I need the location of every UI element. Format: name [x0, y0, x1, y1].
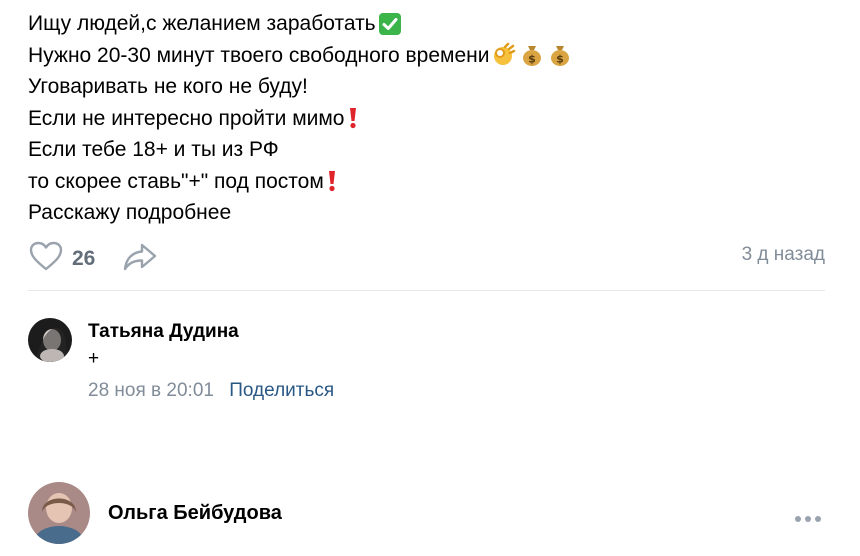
comment: Ольга Бейбудова [28, 482, 828, 544]
check-mark-icon [378, 12, 402, 36]
ok-hand-icon [491, 42, 517, 68]
post-line: то скорее ставь"+" под постом [28, 166, 828, 198]
post-line: Нужно 20-30 минут твоего свободного врем… [28, 40, 828, 72]
share-link[interactable]: Поделиться [229, 380, 334, 401]
share-button[interactable] [122, 241, 158, 278]
like-button[interactable]: 26 [28, 240, 95, 277]
post-body: Ищу людей,с желанием заработать Нужно 20… [28, 8, 828, 229]
comment-meta: 28 ноя в 20:01 Поделиться [88, 380, 334, 402]
post-text: Уговаривать не кого не буду! [28, 75, 308, 98]
money-bag-icon: $ [547, 42, 573, 68]
comment-text: + [88, 348, 100, 369]
post-text: Если не интересно пройти мимо [28, 106, 345, 130]
share-arrow-icon [122, 243, 158, 277]
avatar[interactable] [28, 482, 90, 544]
svg-text:$: $ [557, 53, 565, 66]
post-text: Расскажу подробнее [28, 201, 232, 224]
post-line: Ищу людей,с желанием заработать [28, 8, 828, 40]
divider [28, 290, 825, 291]
post-line: Если тебе 18+ и ты из РФ [28, 134, 828, 166]
post-time: 3 д назад [741, 244, 825, 265]
exclamation-icon [347, 106, 359, 130]
more-button[interactable] [794, 510, 822, 528]
avatar[interactable] [28, 318, 72, 362]
post-text: то скорее ставь"+" под постом [28, 169, 324, 193]
comment-author[interactable]: Ольга Бейбудова [108, 502, 282, 525]
more-dots-icon [794, 510, 822, 527]
like-count: 26 [72, 246, 96, 270]
comment-author[interactable]: Татьяна Дудина [88, 321, 239, 343]
post-line: Расскажу подробнее [28, 197, 828, 229]
money-bag-icon: $ [519, 42, 545, 68]
post-line: Уговаривать не кого не буду! [28, 71, 828, 103]
post-line: Если не интересно пройти мимо [28, 103, 828, 135]
exclamation-icon [326, 169, 338, 193]
post-text: Нужно 20-30 минут твоего свободного врем… [28, 43, 490, 67]
post-text: Ищу людей,с желанием заработать [28, 12, 376, 35]
svg-text:$: $ [529, 53, 537, 66]
post-actions: 26 3 д назад [28, 240, 825, 274]
comment-date[interactable]: 28 ноя в 20:01 [88, 380, 214, 401]
heart-icon [28, 240, 64, 277]
post-text: Если тебе 18+ и ты из РФ [28, 138, 279, 161]
